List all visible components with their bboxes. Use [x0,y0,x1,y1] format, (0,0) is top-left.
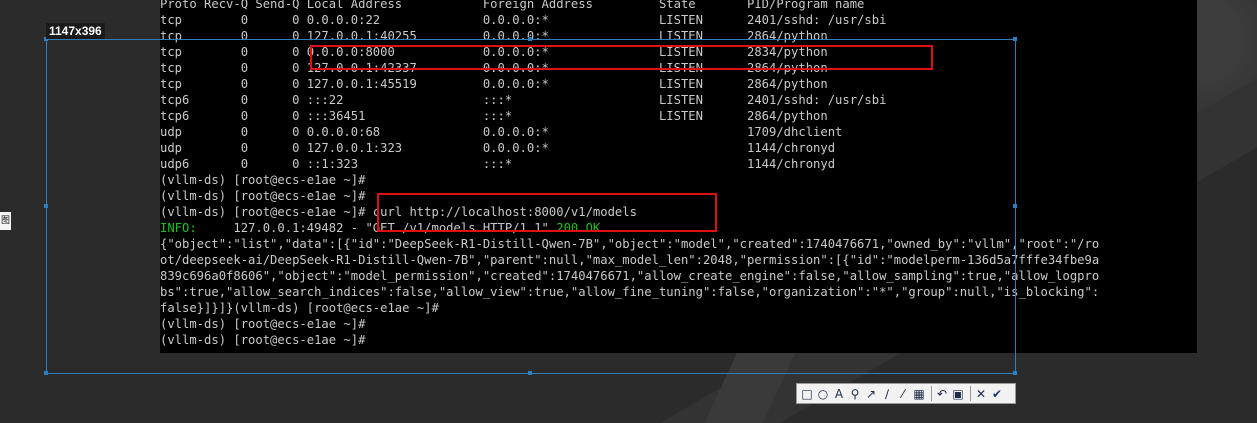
close-icon[interactable]: ✕ [974,385,988,402]
netstat-header-line: Proto Recv-Q Send-Q Local Address Foreig… [160,0,865,11]
pin-tool-icon[interactable]: ⚲ [848,385,862,402]
resize-handle[interactable] [1013,37,1017,41]
screenshot-selection-area[interactable] [46,39,1016,374]
resize-handle[interactable] [528,371,532,375]
arrow-tool-icon[interactable]: ↗ [864,385,878,402]
line-tool-icon[interactable]: ∕ [880,385,894,402]
selection-size-label: 1147x396 [46,23,105,39]
toolbar-divider [931,386,932,401]
mosaic-tool-icon[interactable]: ▦ [912,385,926,402]
save-icon[interactable]: ▣ [951,385,965,402]
resize-handle[interactable] [528,37,532,41]
resize-handle[interactable] [44,371,48,375]
side-tab[interactable]: 图 [0,212,11,230]
text-tool-icon[interactable]: A [832,385,846,402]
confirm-icon[interactable]: ✔ [990,385,1004,402]
resize-handle[interactable] [44,204,48,208]
ellipse-tool-icon[interactable]: ○ [816,385,830,402]
rectangle-tool-icon[interactable]: □ [800,385,814,402]
resize-handle[interactable] [1013,204,1017,208]
toolbar-divider [970,386,971,401]
pen-tool-icon[interactable]: ⁄ [896,385,910,402]
annotation-toolbar: □ ○ A ⚲ ↗ ∕ ⁄ ▦ ↶ ▣ ✕ ✔ [796,383,1016,404]
resize-handle[interactable] [1013,371,1017,375]
netstat-row: tcp 0 0 0.0.0.0:22 0.0.0.0:* LISTEN 2401… [160,13,887,27]
undo-icon[interactable]: ↶ [935,385,949,402]
